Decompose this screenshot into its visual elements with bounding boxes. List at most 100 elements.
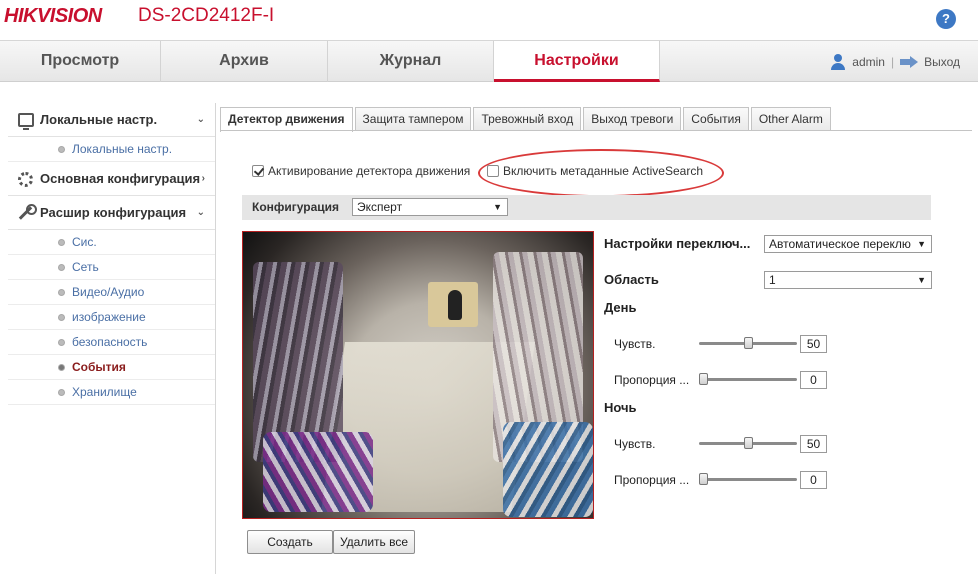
tab-tamper-protection[interactable]: Защита тампером [354,107,472,131]
switch-schedule-select[interactable]: Автоматическое переклю ▼ [764,235,932,253]
sidebar-group-advanced[interactable]: Расшир конфигурация ⌄ [8,196,215,230]
sidebar-item-network[interactable]: Сеть [8,255,215,280]
header: HIKVISION DS-2CD2412F-I ? [0,0,978,38]
slider-thumb[interactable] [744,437,753,449]
tab-divider [220,130,972,131]
tab-alarm-input[interactable]: Тревожный вход [473,107,582,131]
day-sensitivity-slider[interactable] [699,336,797,350]
dropdown-arrow-icon: ▼ [493,202,502,212]
dropdown-arrow-icon: ▼ [917,239,926,249]
night-sensitivity-label: Чувств. [614,437,656,451]
day-ratio-value[interactable]: 0 [800,371,827,389]
enable-motion-row: Активирование детектора движения [252,164,470,178]
night-heading: Ночь [604,400,637,415]
username: admin [852,55,885,69]
bullet-icon [58,389,65,396]
video-rack [263,432,373,512]
sidebar: Локальные настр. ⌄ Локальные настр. Осно… [8,103,216,574]
night-sensitivity-value[interactable]: 50 [800,435,827,453]
slider-thumb[interactable] [699,473,708,485]
tab-live-view[interactable]: Просмотр [0,41,161,82]
logout-link[interactable]: Выход [924,55,960,69]
sidebar-item-label: События [72,360,126,374]
area-label: Область [604,272,659,287]
switch-schedule-label: Настройки переключ... [604,236,751,251]
slider-track [699,478,797,481]
monitor-icon [18,113,34,130]
sidebar-item-label: Сеть [72,260,99,274]
sidebar-group-basic[interactable]: Основная конфигурация › [8,162,215,196]
night-ratio-label: Пропорция ... [614,473,690,487]
enable-motion-checkbox[interactable] [252,165,264,177]
sidebar-item-security[interactable]: безопасность [8,330,215,355]
sidebar-item-system[interactable]: Сис. [8,230,215,255]
night-sensitivity-slider[interactable] [699,436,797,450]
day-ratio-slider[interactable] [699,372,797,386]
device-model: DS-2CD2412F-I [138,5,275,26]
sidebar-item-label: Локальные настр. [72,142,173,156]
tab-playback[interactable]: Архив [161,41,328,82]
config-label: Конфигурация [252,200,340,214]
wrench-icon [18,204,37,220]
tab-other-alarm[interactable]: Other Alarm [750,107,831,131]
highlight-ellipse [478,149,724,197]
chevron-right-icon[interactable]: › [202,162,205,196]
video-rack [503,422,593,517]
dropdown-arrow-icon: ▼ [917,275,926,285]
bullet-icon [58,289,65,296]
sidebar-group-label: Основная конфигурация [40,171,201,186]
gear-icon [18,172,33,187]
sidebar-item-image[interactable]: изображение [8,305,215,330]
area-value: 1 [769,273,776,287]
tab-alarm-output[interactable]: Выход тревоги [583,107,682,131]
config-mode-value: Эксперт [357,200,403,214]
sidebar-item-video-audio[interactable]: Видео/Аудио [8,280,215,305]
tab-log[interactable]: Журнал [328,41,494,82]
sidebar-item-label: изображение [72,310,146,324]
sidebar-item-storage[interactable]: Хранилище [8,380,215,405]
sidebar-item-label: Хранилище [72,385,137,399]
bullet-icon [58,239,65,246]
user-area: admin | Выход [830,54,960,70]
night-ratio-value[interactable]: 0 [800,471,827,489]
divider: | [890,55,895,69]
day-sensitivity-label: Чувств. [614,337,656,351]
bullet-icon [58,339,65,346]
night-ratio-slider[interactable] [699,472,797,486]
sidebar-item-label: Сис. [72,235,97,249]
config-bar: Конфигурация Эксперт ▼ [242,195,931,220]
bullet-icon [58,264,65,271]
help-icon[interactable]: ? [936,9,956,29]
slider-thumb[interactable] [744,337,753,349]
user-icon [830,54,846,70]
day-sensitivity-value[interactable]: 50 [800,335,827,353]
day-heading: День [604,300,637,315]
video-preview[interactable] [242,231,594,519]
logout-icon[interactable] [900,56,919,68]
tab-motion-detection[interactable]: Детектор движения [220,107,353,132]
bullet-icon [58,364,65,371]
bullet-icon [58,146,65,153]
tab-configuration[interactable]: Настройки [494,41,660,82]
main-nav: Просмотр Архив Журнал Настройки admin | … [0,40,978,82]
hikvision-logo: HIKVISION [4,5,102,27]
bullet-icon [58,314,65,321]
switch-schedule-value: Автоматическое переклю [769,237,911,251]
sidebar-item-label: безопасность [72,335,148,349]
chevron-down-icon[interactable]: ⌄ [197,103,205,137]
sidebar-group-local[interactable]: Локальные настр. ⌄ [8,103,215,137]
chevron-down-icon[interactable]: ⌄ [197,196,205,230]
sidebar-item-local-settings[interactable]: Локальные настр. [8,137,215,162]
create-button[interactable]: Создать [247,530,333,554]
video-person [448,290,462,320]
slider-track [699,378,797,381]
delete-all-button[interactable]: Удалить все [333,530,415,554]
day-ratio-label: Пропорция ... [614,373,690,387]
sidebar-item-events[interactable]: События [8,355,215,380]
slider-thumb[interactable] [699,373,708,385]
tab-events[interactable]: События [683,107,749,131]
sidebar-item-label: Видео/Аудио [72,285,145,299]
config-mode-select[interactable]: Эксперт ▼ [352,198,508,216]
area-select[interactable]: 1 ▼ [764,271,932,289]
sidebar-group-label: Расшир конфигурация [40,205,187,220]
